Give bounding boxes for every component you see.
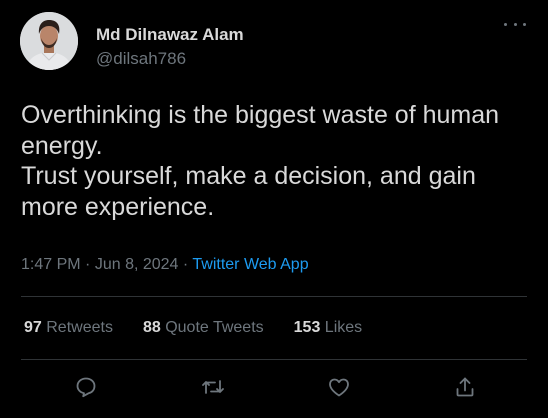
engagement-stats: 97 Retweets 88 Quote Tweets 153 Likes [24,319,392,337]
tweet-metadata: 1:47 PM · Jun 8, 2024 · Twitter Web App [21,256,309,274]
more-options-icon[interactable] [504,17,526,31]
likes-stat[interactable]: 153 Likes [294,319,363,337]
retweet-icon[interactable] [201,375,225,399]
divider [21,359,527,360]
like-icon[interactable] [327,375,351,399]
meta-separator: · [182,256,189,273]
tweet-text-line: Trust yourself, make a decision, and gai… [21,162,476,221]
divider [21,296,527,297]
user-handle[interactable]: @dilsah786 [96,49,186,69]
share-icon[interactable] [453,375,477,399]
tweet-time[interactable]: 1:47 PM [21,256,81,273]
tweet-text: Overthinking is the biggest waste of hum… [21,100,531,222]
quote-tweets-count: 88 [142,319,161,336]
likes-label: Likes [324,319,363,336]
action-bar [0,375,548,399]
tweet-text-line: Overthinking is the biggest waste of hum… [21,101,500,160]
quote-tweets-label: Quote Tweets [165,319,264,336]
tweet-card: Md Dilnawaz Alam @dilsah786 Overthinking… [0,0,548,418]
retweets-label: Retweets [46,319,113,336]
meta-separator: · [85,256,91,273]
display-name[interactable]: Md Dilnawaz Alam [96,25,244,45]
reply-icon[interactable] [74,375,98,399]
tweet-date[interactable]: Jun 8, 2024 [95,256,179,273]
retweets-stat[interactable]: 97 Retweets [24,319,113,337]
likes-count: 153 [293,319,321,336]
avatar[interactable] [20,12,78,70]
source-app-link[interactable]: Twitter Web App [192,256,308,273]
retweets-count: 97 [24,319,42,336]
quote-tweets-stat[interactable]: 88 Quote Tweets [143,319,264,337]
